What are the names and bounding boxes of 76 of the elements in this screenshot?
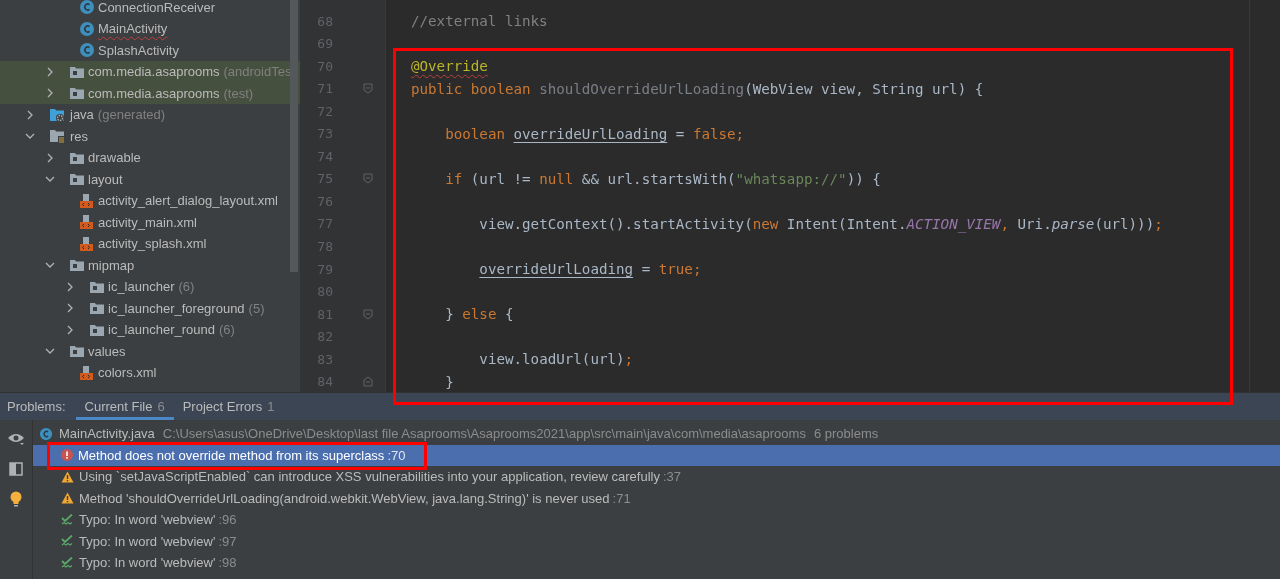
problem-item[interactable]: Method 'shouldOverrideUrlLoading(android.webkit.WebView, java.lang.String)' is never used :71 [33,487,1280,509]
gear-folder-icon [49,106,67,123]
fold-marker-icon[interactable] [363,376,373,388]
problem-item[interactable]: Typo: In word 'webview' :96 [33,509,1280,531]
chevron-right-icon[interactable] [65,303,75,313]
folder-icon [69,257,85,273]
chevron-right-icon[interactable] [45,88,55,98]
fold-marker-icon[interactable] [363,308,373,320]
chevron-down-icon[interactable] [45,260,55,270]
class-icon [79,0,95,15]
problem-item[interactable]: Using `setJavaScriptEnabled` can introduce XSS vulnerabilities into your application, review carefully :37 [33,466,1280,488]
layout-file-icon [79,364,95,381]
chevron-down-icon[interactable] [45,346,55,356]
folder-icon [69,85,85,101]
tree-item[interactable]: res [0,125,300,147]
panel-tab[interactable]: Current File 6 [75,393,174,420]
resource-folder-icon [49,128,67,144]
tree-item[interactable]: ic_launcher (6) [0,275,300,298]
code-line: if (url != null && url.startsWith("whatsapp://")) { [444,170,881,187]
chevron-right-icon[interactable] [45,152,55,163]
layout-file-icon [79,235,95,252]
code-line: } else { [444,306,514,323]
fold-marker-icon[interactable] [363,83,373,95]
code-line: public boolean shouldOverrideUrlLoading(WebView view, String url) { [411,80,984,97]
class-icon [39,426,53,441]
warning-icon [61,492,74,505]
code-line: overrideUrlLoading = true; [478,261,702,278]
tree-item[interactable]: ic_launcher_foreground (5) [0,297,300,319]
folder-icon [89,300,105,316]
tree-item[interactable]: activity_splash.xml [0,232,300,255]
tree-item[interactable]: layout [0,168,300,190]
tree-item[interactable]: ic_launcher_round (6) [0,318,300,341]
folder-icon [69,171,85,187]
panel-title: Problems: [6,398,67,416]
problem-item[interactable]: Typo: In word 'webview' :98 [33,552,1280,574]
fold-marker-icon[interactable] [363,173,373,185]
tree-item[interactable]: java (generated) [0,103,300,126]
spellcheck-icon [61,513,74,526]
code-line: boolean overrideUrlLoading = false; [444,125,745,142]
chevron-right-icon[interactable] [25,109,35,120]
folder-icon [69,343,85,359]
tree-item[interactable]: com.media.asaprooms (androidTes [0,60,300,83]
chevron-down-icon[interactable] [45,174,55,184]
tree-item[interactable]: SplashActivity [0,39,300,61]
code-line: view.getContext().startActivity(new Intent(Intent.ACTION_VIEW, Uri.parse(url))); [478,215,1163,232]
chevron-right-icon[interactable] [65,324,75,335]
panel-tab[interactable]: Project Errors 1 [173,393,284,420]
code-line: view.loadUrl(url); [478,351,634,368]
file-path: C:\Users\asus\OneDrive\Desktop\last file Asaprooms\Asaprooms2021\app\src\main\java\com\media\asaprooms [162,426,806,442]
problem-count: 6 problems [813,426,879,442]
tree-item[interactable]: values [0,340,300,362]
tree-item[interactable]: ConnectionReceiver [0,0,300,18]
chevron-right-icon[interactable] [45,66,55,77]
tree-item[interactable]: drawable [0,146,300,169]
scrollbar[interactable] [290,0,298,272]
class-icon [79,42,95,58]
code-line: //external links [411,13,548,29]
warning-icon [61,470,74,483]
tree-item[interactable]: com.media.asaprooms (test) [0,82,300,104]
layout-file-icon [79,192,95,209]
tree-item[interactable]: activity_main.xml [0,211,300,233]
chevron-down-icon[interactable] [25,131,35,141]
tree-item[interactable]: mipmap [0,254,300,276]
class-icon [79,20,95,37]
spellcheck-icon [61,535,74,548]
tree-item[interactable]: activity_alert_dialog_layout.xml [0,189,300,212]
tree-item[interactable]: colors.xml [0,361,300,384]
code-line: @Override [411,58,488,75]
file-name: MainActivity.java [59,426,155,442]
error-icon [61,449,73,462]
problem-item[interactable]: Typo: In word 'webview' :97 [33,530,1280,552]
spellcheck-icon [61,556,74,569]
tree-item[interactable]: MainActivity [0,17,300,40]
layout-file-icon [79,214,95,230]
code-line: } [444,373,454,390]
chevron-right-icon[interactable] [65,281,75,292]
